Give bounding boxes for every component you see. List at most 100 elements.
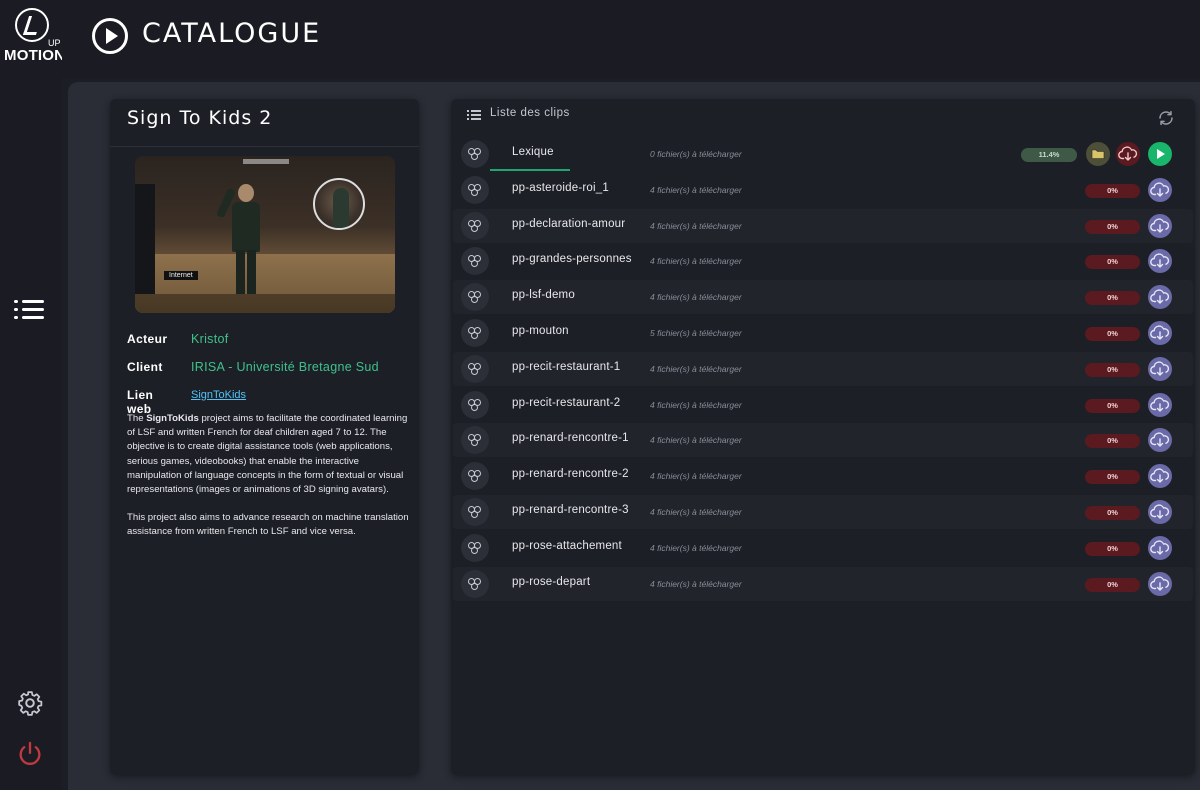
play-icon[interactable]: [1148, 142, 1172, 166]
clip-file-count: 4 fichier(s) à télécharger: [650, 435, 742, 446]
divider: [110, 146, 419, 147]
project-title: Sign To Kids 2: [127, 107, 273, 129]
progress-badge: 0%: [1085, 291, 1140, 306]
cloud-download-icon[interactable]: [1148, 285, 1172, 310]
asset-icon: [461, 569, 489, 598]
progress-badge: 0%: [1085, 255, 1140, 270]
clip-name: Lexique: [512, 146, 554, 158]
selected-underline: [490, 169, 570, 171]
client-value: IRISA - Université Bretagne Sud: [191, 360, 379, 374]
cloud-download-icon[interactable]: [1148, 213, 1172, 238]
cloud-download-icon[interactable]: [1148, 500, 1172, 524]
clip-name: pp-asteroide-roi_1: [512, 181, 609, 194]
project-panel: Sign To Kids 2 Internet Acteur Kristof C…: [110, 99, 419, 775]
asset-icon: [461, 319, 489, 347]
clip-row[interactable]: pp-renard-rencontre-3 4 fichier(s) à télé…: [453, 495, 1193, 529]
clip-file-count: 4 fichier(s) à télécharger: [650, 363, 742, 374]
clip-row[interactable]: pp-grandes-personnes 4 fichier(s) à téléc…: [453, 244, 1193, 278]
list-icon: [467, 109, 481, 121]
logo-figure-icon: [15, 8, 49, 42]
clip-name: pp-grandes-personnes: [512, 253, 632, 266]
clip-row[interactable]: pp-renard-rencontre-1 4 fichier(s) à télé…: [453, 423, 1193, 458]
clip-name: pp-renard-rencontre-3: [512, 504, 629, 516]
asset-icon: [461, 354, 489, 383]
thumbnail-label: Internet: [164, 271, 198, 280]
progress-badge: 0%: [1085, 541, 1140, 556]
cloud-download-icon[interactable]: [1148, 464, 1172, 489]
clip-name: pp-renard-rencontre-2: [512, 468, 629, 481]
asset-icon: [461, 175, 489, 204]
progress-badge: 0%: [1085, 327, 1140, 341]
clip-row[interactable]: pp-recit-restaurant-2 4 fichier(s) à télé…: [453, 388, 1193, 422]
page-title: CATALOGUE: [142, 18, 322, 49]
cloud-download-icon[interactable]: [1148, 428, 1172, 453]
clip-name: pp-recit-restaurant-2: [512, 396, 621, 409]
clip-file-count: 4 fichier(s) à télécharger: [650, 399, 742, 410]
gear-icon[interactable]: [17, 690, 43, 716]
clip-name: pp-lsf-demo: [512, 289, 575, 302]
clip-row[interactable]: pp-recit-restaurant-1 4 fichier(s) à télé…: [453, 351, 1193, 386]
clip-row[interactable]: pp-renard-rencontre-2 4 fichier(s) à télé…: [453, 459, 1193, 493]
thumb-sidebar: [135, 184, 155, 294]
asset-icon: [461, 140, 489, 168]
clip-name: pp-renard-rencontre-1: [512, 432, 629, 445]
cloud-download-icon[interactable]: [1116, 142, 1140, 166]
clip-file-count: 5 fichier(s) à télécharger: [650, 328, 742, 338]
clip-name: pp-rose-attachement: [512, 539, 622, 552]
cloud-download-icon[interactable]: [1148, 535, 1172, 560]
refresh-icon[interactable]: [1157, 109, 1175, 127]
clip-row[interactable]: pp-rose-depart 4 fichier(s) à télécharger…: [453, 566, 1193, 601]
power-icon[interactable]: [16, 740, 44, 768]
cloud-download-icon[interactable]: [1148, 321, 1172, 345]
logo-text: MOTION: [4, 47, 66, 64]
clip-file-count: 4 fichier(s) à télécharger: [650, 578, 742, 589]
clip-row[interactable]: pp-declaration-amour 4 fichier(s) à téléc…: [453, 208, 1193, 243]
project-thumbnail: Internet: [135, 156, 395, 313]
clip-name: pp-recit-restaurant-1: [512, 360, 621, 373]
clip-row[interactable]: pp-asteroide-roi_1 4 fichier(s) à télécha…: [453, 173, 1193, 207]
signing-avatar: [216, 184, 262, 294]
clip-name: pp-mouton: [512, 325, 569, 337]
clip-list-title: Liste des clips: [490, 107, 570, 119]
progress-badge: 0%: [1085, 398, 1140, 413]
catalogue-list-icon[interactable]: [14, 299, 46, 325]
pip-video: [313, 178, 365, 230]
clip-row[interactable]: pp-mouton 5 fichier(s) à télécharger 0%: [453, 316, 1193, 350]
clip-file-count: 0 fichier(s) à télécharger: [650, 149, 742, 159]
app-logo[interactable]: UP MOTION: [4, 8, 65, 64]
clip-row[interactable]: Lexique 0 fichier(s) à télécharger 11.4%: [453, 137, 1193, 171]
progress-badge: 0%: [1085, 183, 1140, 198]
progress-badge: 11.4%: [1021, 148, 1077, 162]
progress-badge: 0%: [1085, 219, 1140, 234]
asset-icon: [461, 462, 489, 491]
clip-name: pp-rose-depart: [512, 575, 591, 588]
project-description: The SignToKids project aims to facilitat…: [127, 412, 412, 540]
clip-row[interactable]: pp-rose-attachement 4 fichier(s) à téléch…: [453, 531, 1193, 565]
cloud-download-icon[interactable]: [1148, 571, 1172, 596]
web-link[interactable]: SignToKids: [191, 389, 246, 401]
clip-file-count: 4 fichier(s) à télécharger: [650, 507, 742, 517]
cloud-download-icon[interactable]: [1148, 249, 1172, 274]
cloud-download-icon[interactable]: [1148, 356, 1172, 381]
sidebar: UP MOTION: [0, 0, 65, 790]
thumb-controls: [135, 294, 395, 313]
client-label: Client: [127, 360, 163, 374]
progress-badge: 0%: [1085, 470, 1140, 485]
folder-icon[interactable]: [1086, 142, 1110, 166]
progress-badge: 0%: [1085, 362, 1140, 377]
project-name-bold: SignToKids: [146, 413, 199, 424]
clip-file-count: 4 fichier(s) à télécharger: [650, 184, 742, 195]
asset-icon: [461, 498, 489, 526]
actor-label: Acteur: [127, 332, 168, 346]
header: CATALOGUE: [62, 0, 1200, 78]
asset-icon: [461, 426, 489, 455]
clip-row[interactable]: pp-lsf-demo 4 fichier(s) à télécharger 0%: [453, 280, 1193, 315]
asset-icon: [461, 247, 489, 276]
clip-name: pp-declaration-amour: [512, 217, 626, 230]
clip-file-count: 4 fichier(s) à télécharger: [650, 256, 742, 267]
cloud-download-icon[interactable]: [1148, 177, 1172, 202]
cloud-download-icon[interactable]: [1148, 392, 1172, 417]
play-circle-icon: [92, 18, 128, 54]
clip-list-panel: Liste des clips Lexique 0 fichier(s) à té…: [451, 99, 1195, 775]
progress-badge: 0%: [1085, 434, 1140, 449]
